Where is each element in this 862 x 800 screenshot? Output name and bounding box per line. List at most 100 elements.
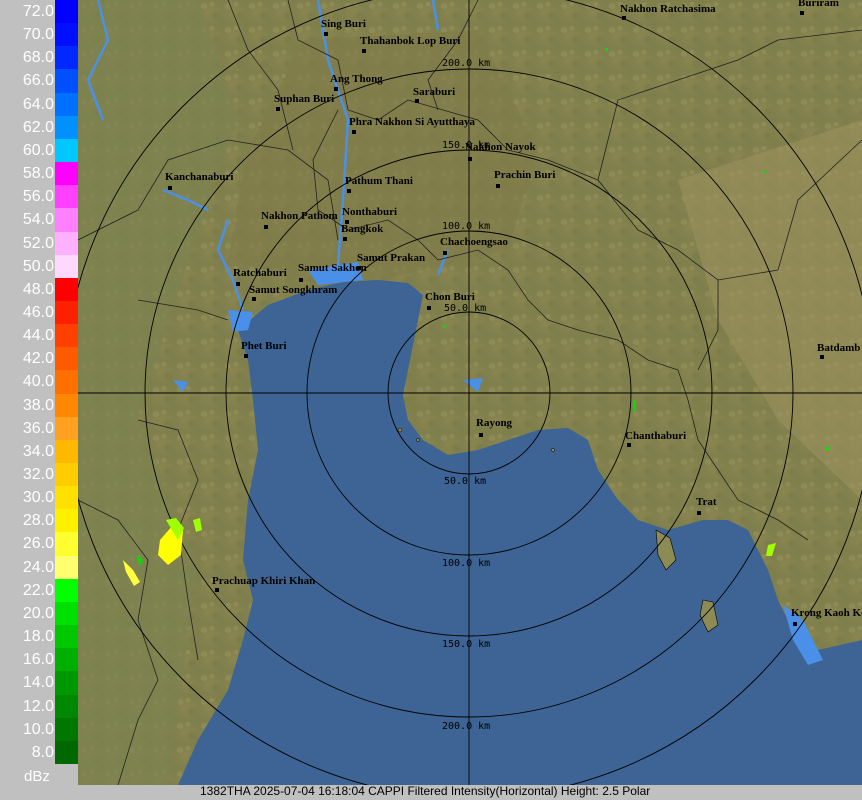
city-ang-thong: Ang Thong bbox=[330, 73, 383, 85]
legend-unit: dBz bbox=[24, 768, 50, 785]
ring-label-s-200: 200.0 km bbox=[442, 721, 490, 732]
legend-label: 18.0 bbox=[22, 628, 54, 646]
legend-swatch bbox=[55, 393, 78, 418]
radar-map[interactable]: 50.0 km 100.0 km 150.0 km 200.0 km 50.0 … bbox=[78, 0, 862, 785]
legend-swatch bbox=[55, 254, 78, 279]
legend-swatch bbox=[55, 277, 78, 302]
legend-swatch bbox=[55, 231, 78, 256]
dbz-legend: 72.0 70.0 68.0 66.0 64.0 62.0 60.0 58.0 56.0 54.0… bbox=[0, 0, 78, 785]
ring-label-s-150: 150.0 km bbox=[442, 639, 490, 650]
legend-label: 64.0 bbox=[22, 95, 54, 113]
legend-swatch bbox=[55, 486, 78, 510]
status-footer: 1382THA 2025-07-04 16:18:04 CAPPI Filter… bbox=[0, 784, 862, 800]
city-rayong: Rayong bbox=[476, 417, 513, 429]
legend-swatch bbox=[55, 185, 78, 209]
city-batdamb: Batdamb bbox=[817, 342, 860, 354]
legend-label: 58.0 bbox=[22, 165, 54, 183]
city-samut-sakhon: Samut Sakhon bbox=[298, 262, 367, 274]
legend-swatch bbox=[55, 92, 78, 117]
ring-label-s-50: 50.0 km bbox=[444, 476, 486, 487]
city-chon-buri: Chon Buri bbox=[425, 291, 475, 303]
echo-speck-3 bbox=[826, 447, 829, 450]
legend-swatch bbox=[55, 416, 78, 441]
legend-label: 68.0 bbox=[22, 49, 54, 67]
city-suphan-buri: Suphan Buri bbox=[274, 93, 334, 105]
legend-label: 36.0 bbox=[22, 419, 54, 437]
legend-label: 62.0 bbox=[22, 118, 54, 136]
legend-label: 56.0 bbox=[22, 188, 54, 206]
legend-label: 16.0 bbox=[22, 651, 54, 669]
echo-chanthaburi bbox=[633, 400, 636, 412]
legend-swatch bbox=[55, 439, 78, 464]
scan-info: 1382THA 2025-07-04 16:18:04 CAPPI Filter… bbox=[200, 784, 651, 798]
city-krong-kaoh-kong: Krong Kaoh Ko bbox=[791, 607, 862, 619]
legend-label: 8.0 bbox=[31, 743, 54, 761]
ring-label-s-100: 100.0 km bbox=[442, 558, 490, 569]
city-kanchanaburi: Kanchanaburi bbox=[165, 171, 233, 183]
ring-label-n-100: 100.0 km bbox=[442, 221, 490, 232]
echo-speck-2 bbox=[763, 170, 766, 173]
city-chanthaburi: Chanthaburi bbox=[625, 430, 686, 442]
legend-swatch bbox=[55, 509, 78, 533]
echo-speck-1 bbox=[605, 48, 608, 51]
legend-label: 42.0 bbox=[22, 350, 54, 368]
legend-swatch bbox=[55, 532, 78, 557]
city-chachoengsao: Chachoengsao bbox=[440, 236, 508, 248]
radar-map-svg: 50.0 km 100.0 km 150.0 km 200.0 km 50.0 … bbox=[78, 0, 862, 785]
legend-label: 72.0 bbox=[22, 3, 54, 20]
city-samut-prakan: Samut Prakan bbox=[357, 252, 425, 264]
legend-label: 32.0 bbox=[22, 466, 54, 483]
city-sing-buri: Sing Buri bbox=[321, 18, 366, 30]
legend-swatch bbox=[55, 138, 78, 163]
echo-speck-4 bbox=[443, 325, 446, 328]
legend-label: 28.0 bbox=[22, 512, 54, 530]
legend-swatch bbox=[55, 23, 78, 47]
legend-swatch bbox=[55, 625, 78, 649]
city-prachuap-khiri-khan: Prachuap Khiri Khan bbox=[212, 575, 315, 587]
legend-label: 30.0 bbox=[22, 489, 54, 507]
city-nonthaburi: Nonthaburi bbox=[342, 206, 397, 218]
city-buriram: Buriram bbox=[798, 0, 839, 9]
legend-label: 46.0 bbox=[22, 303, 54, 321]
legend-swatch bbox=[55, 300, 78, 325]
city-ayutthaya: Phra Nakhon Si Ayutthaya bbox=[349, 116, 476, 128]
legend-label: 24.0 bbox=[22, 558, 54, 576]
legend-swatch bbox=[55, 46, 78, 70]
legend-label: 12.0 bbox=[22, 697, 54, 715]
legend-swatch bbox=[55, 740, 78, 765]
city-prachin-buri: Prachin Buri bbox=[494, 169, 555, 181]
city-ratchaburi: Ratchaburi bbox=[233, 267, 287, 279]
legend-swatch bbox=[55, 463, 78, 487]
city-samut-songkhram: Samut Songkhram bbox=[249, 284, 337, 296]
legend-label: 34.0 bbox=[22, 442, 54, 460]
city-trat: Trat bbox=[696, 496, 717, 508]
legend-swatch bbox=[55, 717, 78, 742]
city-phet-buri: Phet Buri bbox=[241, 340, 287, 352]
city-nakhon-nayok: Nakhon Nayok bbox=[465, 141, 536, 153]
legend-swatch bbox=[55, 208, 78, 232]
legend-swatch bbox=[55, 370, 78, 395]
legend-label: 50.0 bbox=[22, 257, 54, 275]
island-3 bbox=[551, 448, 555, 452]
legend-label: 52.0 bbox=[22, 234, 54, 252]
legend-label: 48.0 bbox=[22, 280, 54, 298]
ring-label-n-200: 200.0 km bbox=[442, 58, 490, 69]
legend-swatch bbox=[55, 671, 78, 695]
city-nakhon-pathom: Nakhon Pathom bbox=[261, 210, 338, 222]
city-thahanbok-lop-buri: Thahanbok Lop Buri bbox=[360, 35, 460, 47]
ring-label-n-50: 50.0 km bbox=[444, 303, 486, 314]
legend-label: 40.0 bbox=[22, 373, 54, 391]
legend-label: 60.0 bbox=[22, 141, 54, 159]
legend-swatch bbox=[55, 115, 78, 140]
legend-label: 66.0 bbox=[22, 72, 54, 90]
legend-swatch bbox=[55, 555, 78, 580]
legend-swatch bbox=[55, 69, 78, 94]
legend-label: 22.0 bbox=[22, 581, 54, 599]
legend-swatch bbox=[55, 648, 78, 672]
legend-swatch bbox=[55, 578, 78, 603]
legend-swatch bbox=[55, 324, 78, 348]
legend-label: 20.0 bbox=[22, 604, 54, 622]
city-saraburi: Saraburi bbox=[413, 86, 455, 98]
legend-swatch bbox=[55, 0, 78, 24]
legend-label: 38.0 bbox=[22, 396, 54, 414]
